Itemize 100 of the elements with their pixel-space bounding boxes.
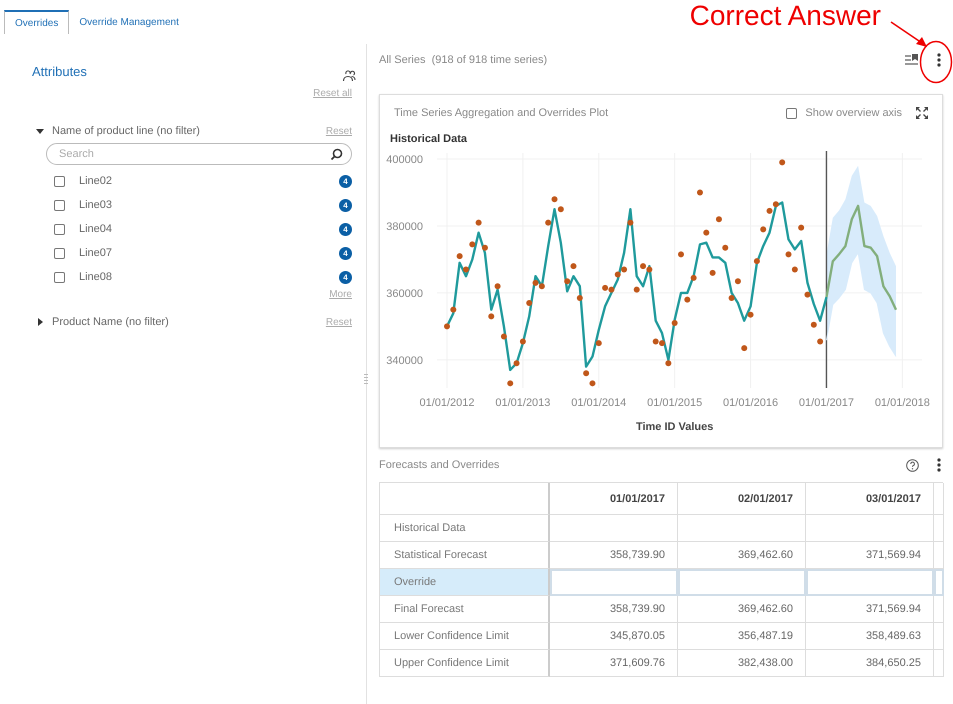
override-field[interactable] (806, 569, 934, 596)
x-tick-label: 01/01/2015 (647, 397, 702, 409)
column-header: 01/01/2017 (550, 483, 678, 515)
caret-down-icon (36, 127, 44, 135)
chart-title: Historical Data (389, 132, 468, 145)
data-point (507, 380, 514, 386)
data-point (684, 296, 690, 303)
annotation-text: Correct Answer (690, 0, 881, 32)
table-cell: 356,487.19 (678, 623, 806, 650)
table-cell (934, 596, 944, 623)
data-point (760, 226, 766, 232)
data-point (672, 320, 678, 326)
item-label[interactable]: Line04 (79, 223, 339, 235)
checkbox[interactable] (54, 248, 65, 258)
checkbox[interactable] (54, 176, 65, 186)
reset-link[interactable]: Reset (326, 316, 352, 328)
table-cell: 371,569.94 (806, 596, 934, 623)
data-point (728, 294, 735, 301)
help-icon[interactable] (906, 458, 919, 472)
item-label[interactable]: Line07 (79, 247, 339, 259)
data-point (462, 266, 469, 272)
data-point (570, 263, 576, 270)
row-label[interactable]: Historical Data (380, 515, 550, 542)
table-cell: 358,489.63 (806, 623, 934, 650)
table-cell: 369,462.60 (678, 596, 806, 623)
row-label[interactable]: Final Forecast (380, 596, 550, 623)
row-label[interactable]: Upper Confidence Limit (380, 650, 550, 677)
data-point (482, 244, 488, 251)
checkbox[interactable] (786, 108, 798, 118)
data-point (596, 340, 602, 346)
checkbox[interactable] (54, 224, 65, 234)
filter-toggle[interactable]: Product Name (no filter) (32, 316, 169, 328)
data-point (754, 258, 760, 264)
data-point (444, 323, 450, 330)
row-label[interactable]: Lower Confidence Limit (380, 623, 550, 650)
reset-link[interactable]: Reset (326, 126, 352, 136)
filter-toggle[interactable]: Name of product line (no filter) (32, 125, 200, 137)
data-point (520, 338, 526, 344)
override-field[interactable] (678, 569, 806, 596)
data-point (804, 292, 810, 298)
data-point (476, 220, 482, 226)
data-point (450, 306, 456, 313)
item-label[interactable]: Line02 (79, 175, 339, 187)
x-tick-label: 01/01/2013 (495, 397, 550, 409)
count-badge: 4 (339, 246, 352, 260)
caret-right-icon (36, 318, 44, 326)
x-tick-label: 01/01/2014 (571, 397, 626, 409)
fullscreen-icon[interactable] (916, 107, 928, 119)
row-label[interactable]: Override (380, 569, 550, 596)
override-field[interactable] (550, 569, 678, 596)
data-point (696, 190, 703, 196)
override-field[interactable] (934, 569, 944, 596)
more-icon[interactable] (937, 53, 941, 67)
more-link[interactable]: More (329, 289, 352, 300)
splitter-handle[interactable] (364, 374, 368, 384)
data-point (779, 159, 786, 166)
search-field[interactable]: Search (46, 143, 352, 165)
count-badge: 4 (339, 222, 352, 236)
checkbox[interactable] (54, 272, 65, 282)
count-badge: 4 (339, 174, 352, 188)
data-point (678, 251, 684, 258)
table-cell: 371,609.76 (550, 650, 678, 677)
data-point (741, 345, 748, 352)
data-point (734, 278, 741, 284)
data-point (558, 206, 564, 212)
search-icon (330, 148, 343, 161)
data-point (810, 322, 817, 328)
checkbox-label[interactable]: Show overview axis (805, 107, 902, 119)
item-label[interactable]: Line08 (79, 271, 339, 283)
x-tick-label: 01/01/2016 (723, 397, 778, 409)
users-icon[interactable] (342, 68, 356, 82)
column-header: 02/01/2017 (678, 483, 806, 515)
data-point (583, 370, 590, 376)
attributes-title: Attributes (32, 64, 87, 78)
table-cell: 358,739.90 (550, 596, 678, 623)
layout-icon[interactable] (905, 53, 919, 67)
item-label[interactable]: Line03 (79, 199, 339, 211)
data-point (634, 286, 640, 293)
count-badge: 4 (339, 270, 352, 284)
table-cell: 382,438.00 (678, 650, 806, 677)
data-point (716, 216, 722, 222)
more-icon[interactable] (937, 458, 941, 472)
y-tick-label: 380000 (386, 220, 423, 233)
data-point (710, 270, 716, 276)
data-point (494, 283, 501, 290)
table-cell (934, 623, 944, 650)
column-header: 03/01/2017 (806, 483, 934, 515)
checkbox[interactable] (54, 200, 65, 210)
data-point (526, 300, 532, 306)
data-point (500, 333, 507, 340)
table-cell (934, 483, 944, 515)
data-point (817, 338, 824, 344)
data-point (792, 266, 798, 272)
data-point (564, 278, 570, 284)
reset-all-link[interactable]: Reset all (313, 88, 352, 99)
data-point (589, 380, 596, 386)
x-axis-title: Time ID Values (636, 421, 714, 433)
data-point (469, 241, 476, 248)
tab[interactable]: Overrides (4, 10, 70, 34)
plot-title: Time Series Aggregation and Overrides Plot (394, 107, 610, 119)
